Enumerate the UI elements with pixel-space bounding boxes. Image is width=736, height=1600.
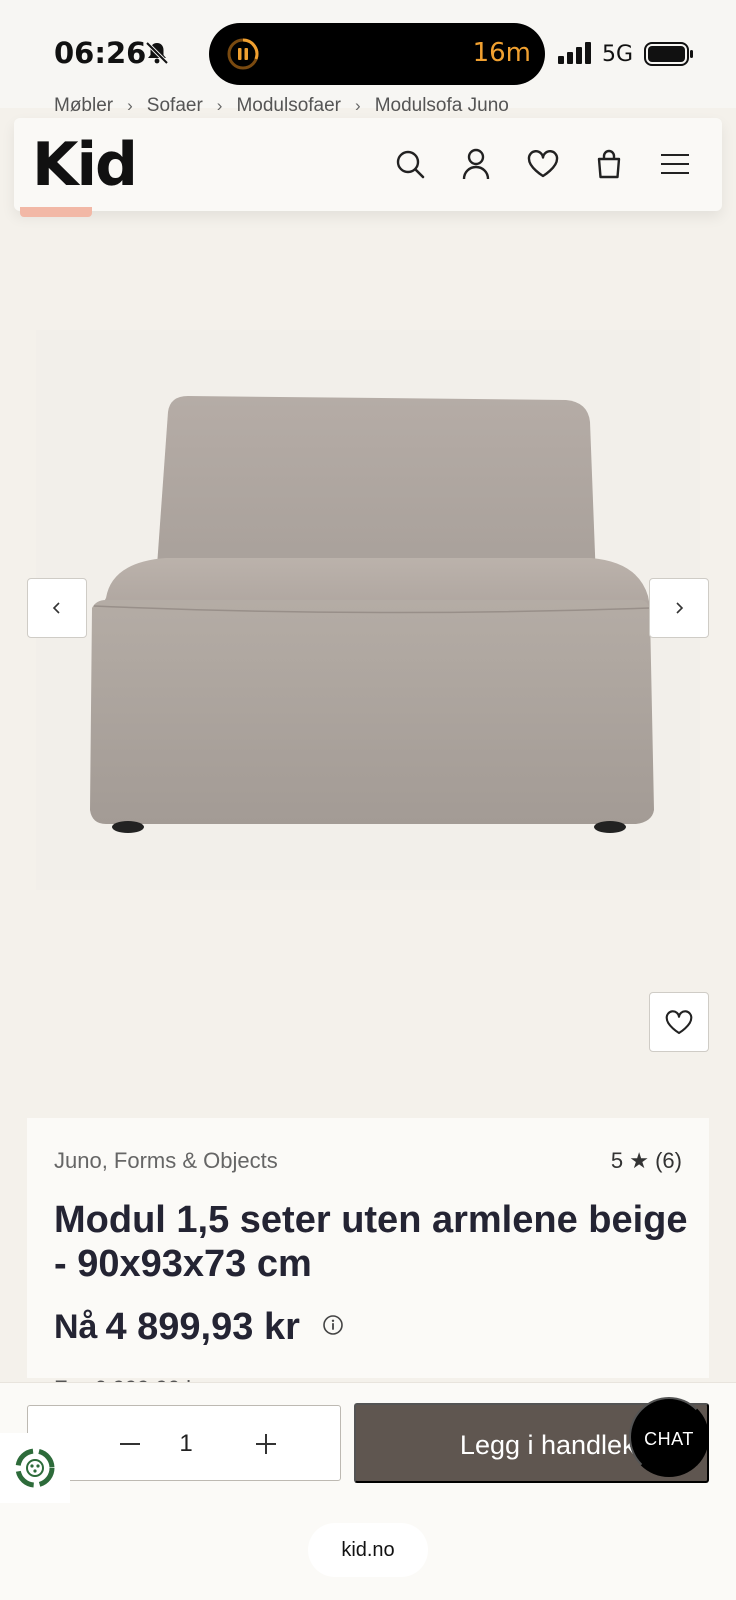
- minus-icon: [120, 1443, 140, 1445]
- site-header: Kid: [14, 118, 722, 211]
- status-bar: 06:26 16m 5G: [0, 0, 736, 108]
- network-label: 5G: [602, 42, 634, 67]
- breadcrumb: Møbler › Sofaer › Modulsofaer › Modulsof…: [54, 95, 509, 117]
- recycle-icon: [15, 1448, 55, 1488]
- breadcrumb-item-mobler[interactable]: Møbler: [54, 95, 113, 117]
- chevron-right-icon: ›: [127, 96, 133, 115]
- product-rating[interactable]: 5 ★ (6): [611, 1148, 682, 1174]
- wishlist-icon[interactable]: [525, 146, 561, 182]
- product-brand[interactable]: Juno, Forms & Objects: [54, 1148, 278, 1174]
- live-activity-timer: 16m: [472, 38, 531, 68]
- product-title: Modul 1,5 seter uten armlene beige - 90x…: [54, 1199, 688, 1285]
- heart-icon: [665, 1009, 693, 1034]
- browser-url-pill[interactable]: kid.no: [308, 1523, 428, 1577]
- recycle-badge[interactable]: [0, 1433, 70, 1503]
- prev-image-button[interactable]: [27, 578, 87, 638]
- chevron-right-icon: [676, 602, 684, 614]
- signal-icon: [558, 42, 594, 69]
- breadcrumb-item-modulsofaer[interactable]: Modulsofaer: [236, 95, 341, 117]
- price-row: Nå 4 899,93 kr: [54, 1306, 344, 1349]
- pause-icon[interactable]: [227, 38, 259, 75]
- chevron-left-icon: [52, 602, 60, 614]
- bell-muted-icon: [144, 40, 170, 71]
- breadcrumb-item-sofaer[interactable]: Sofaer: [147, 95, 203, 117]
- account-icon[interactable]: [458, 146, 494, 182]
- product-info-card: Juno, Forms & Objects 5 ★ (6) Modul 1,5 …: [27, 1118, 709, 1401]
- product-price: 4 899,93 kr: [105, 1306, 300, 1348]
- quantity-value[interactable]: 1: [178, 1406, 194, 1482]
- status-time: 06:26: [54, 36, 147, 70]
- add-to-wishlist-button[interactable]: [649, 992, 709, 1052]
- info-icon[interactable]: [322, 1314, 344, 1341]
- bag-icon[interactable]: [591, 146, 627, 182]
- dynamic-island[interactable]: 16m: [209, 23, 545, 85]
- plus-icon: [256, 1434, 276, 1454]
- sticky-cart-bar: 1 Legg i handlekurv CHAT kid.no: [0, 1382, 736, 1600]
- menu-icon[interactable]: [657, 146, 693, 182]
- breadcrumb-item-current[interactable]: Modulsofa Juno: [375, 95, 509, 117]
- logo[interactable]: Kid: [32, 130, 138, 200]
- increase-quantity-button[interactable]: [252, 1430, 280, 1458]
- decrease-quantity-button[interactable]: [116, 1430, 144, 1458]
- chevron-right-icon: ›: [216, 96, 223, 115]
- sale-tag: [20, 207, 92, 217]
- quantity-stepper: 1: [27, 1405, 341, 1481]
- product-image[interactable]: [36, 330, 700, 890]
- price-prefix: Nå: [54, 1308, 98, 1346]
- search-icon[interactable]: [392, 146, 428, 182]
- chat-button[interactable]: CHAT: [629, 1397, 709, 1477]
- battery-icon: [644, 42, 694, 71]
- next-image-button[interactable]: [649, 578, 709, 638]
- chevron-right-icon: ›: [355, 96, 361, 115]
